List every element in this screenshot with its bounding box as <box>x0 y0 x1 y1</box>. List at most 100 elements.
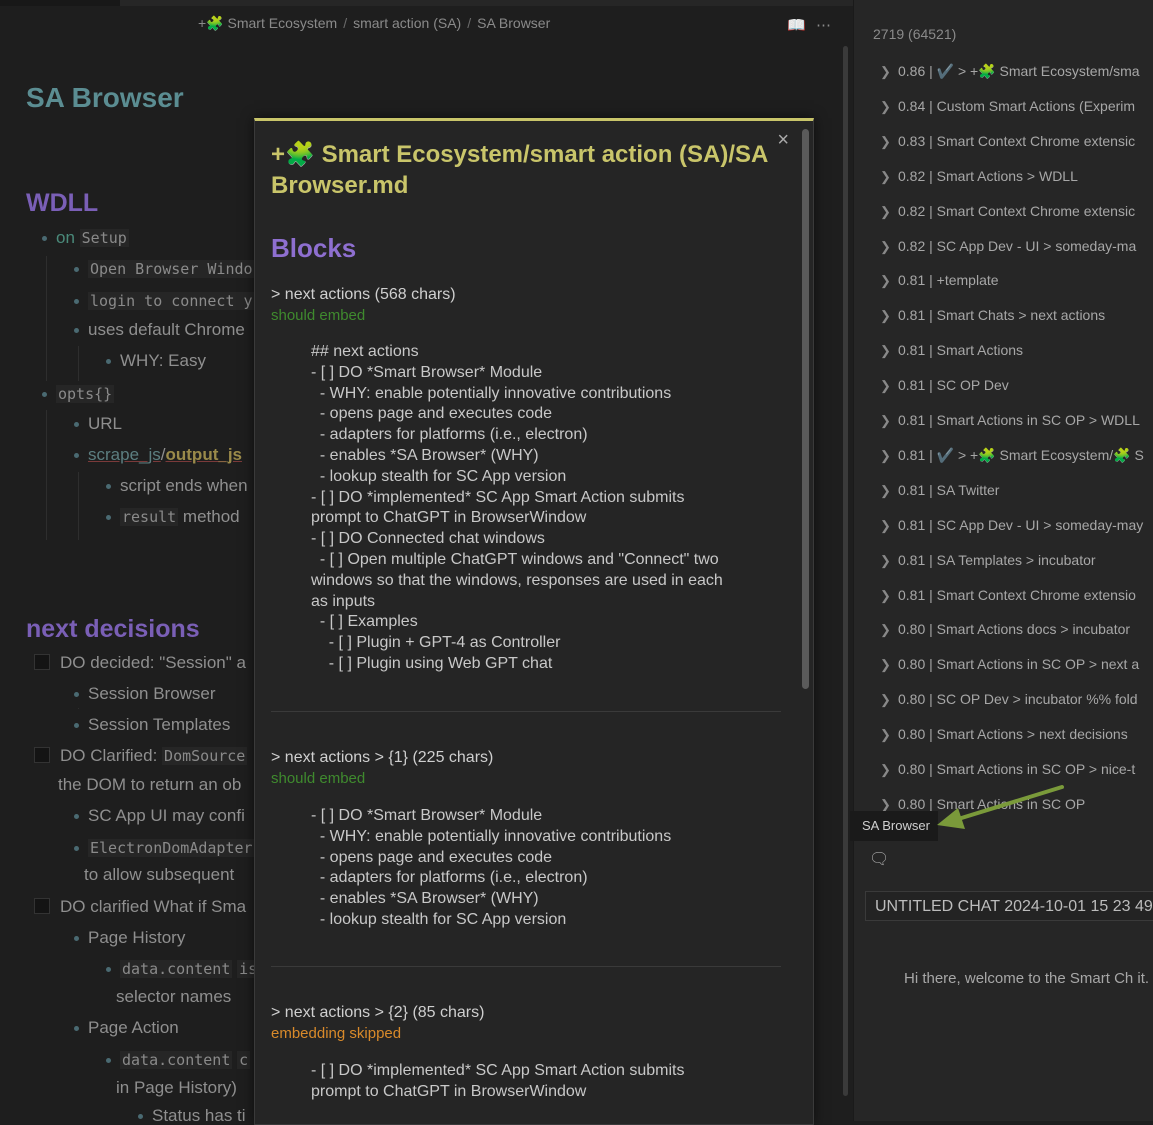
task-item: DO decided: "Session" a <box>34 653 246 673</box>
chevron-right-icon[interactable]: ❯ <box>880 553 898 569</box>
result-item[interactable]: ❯ 0.80 | Smart Actions in SC OP > nice-t <box>880 761 1135 778</box>
chevron-right-icon[interactable]: ❯ <box>880 273 898 289</box>
breadcrumb-separator: / <box>467 15 472 31</box>
chevron-right-icon[interactable]: ❯ <box>880 378 898 394</box>
popover-title[interactable]: +🧩 Smart Ecosystem/smart action (SA)/SA … <box>271 139 783 201</box>
result-label: 0.81 | ✔️ > +🧩 Smart Ecosystem/🧩 S <box>898 446 1144 463</box>
breadcrumb-separator: / <box>343 15 348 31</box>
more-icon[interactable]: ⋯ <box>816 16 831 34</box>
list-item: Session Templates <box>74 715 230 735</box>
result-label: 0.81 | Smart Actions <box>898 342 1024 359</box>
result-item[interactable]: ❯ 0.81 | SA Templates > incubator <box>880 552 1096 569</box>
chevron-right-icon[interactable]: ❯ <box>880 413 898 429</box>
result-item[interactable]: ❯ 0.80 | SC OP Dev > incubator %% fold <box>880 691 1138 708</box>
result-item[interactable]: ❯ 0.80 | Smart Actions > next decisions <box>880 726 1128 743</box>
sa-browser-tab[interactable]: SA Browser <box>850 811 938 841</box>
chat-message: Hi there, welcome to the Smart Ch it. <box>904 970 1150 987</box>
result-label: 0.81 | Smart Chats > next actions <box>898 307 1106 324</box>
task-item: DO Clarified: DomSource <box>34 746 248 766</box>
editor-scrollbar[interactable] <box>843 46 848 1096</box>
heading-next-decisions: next decisions <box>26 615 200 643</box>
result-label: 0.80 | Smart Actions in SC OP <box>898 795 1086 812</box>
result-label: 0.81 | SC OP Dev <box>898 377 1009 394</box>
result-item[interactable]: ❯ 0.80 | Smart Actions in SC OP > next a <box>880 656 1139 673</box>
result-item[interactable]: ❯ 0.81 | Smart Actions in SC OP > WDLL <box>880 412 1140 429</box>
popover-scrollbar[interactable] <box>802 129 809 689</box>
result-item[interactable]: ❯ 0.81 | ✔️ > +🧩 Smart Ecosystem/🧩 S <box>880 447 1144 464</box>
list-item: opts{} <box>42 384 115 404</box>
result-item[interactable]: ❯ 0.83 | Smart Context Chrome extensic <box>880 133 1135 150</box>
result-label: 0.80 | SC OP Dev > incubator %% fold <box>898 691 1138 708</box>
list-item: result method <box>106 507 240 527</box>
chat-icon[interactable]: 🗨 <box>869 849 889 869</box>
block-preview-popover: × +🧩 Smart Ecosystem/smart action (SA)/S… <box>254 118 814 1125</box>
checkbox[interactable] <box>34 898 50 914</box>
indent-guide <box>46 256 47 381</box>
list-item: Page Action <box>74 1018 179 1038</box>
block-content: - [ ] DO *implemented* SC App Smart Acti… <box>311 1062 685 1100</box>
chevron-right-icon[interactable]: ❯ <box>880 518 898 534</box>
breadcrumb-item-ecosystem[interactable]: +🧩 Smart Ecosystem <box>198 15 337 31</box>
chat-title-input[interactable]: UNTITLED CHAT 2024-10-01 15 23 49 <box>865 891 1153 921</box>
indent-guide <box>78 346 79 381</box>
result-item[interactable]: ❯ 0.81 | Smart Chats > next actions <box>880 307 1105 324</box>
result-item[interactable]: ❯ 0.84 | Custom Smart Actions (Experim <box>880 98 1135 115</box>
result-label: 0.81 | +template <box>898 272 999 289</box>
result-item[interactable]: ❯ 0.81 | Smart Actions <box>880 342 1023 359</box>
checkbox[interactable] <box>34 654 50 670</box>
note-title: SA Browser <box>26 82 184 113</box>
blocks-heading: Blocks <box>271 233 357 263</box>
result-item[interactable]: ❯ 0.81 | SC App Dev - UI > someday-may <box>880 517 1143 534</box>
result-item[interactable]: ❯ 0.81 | SC OP Dev <box>880 377 1009 394</box>
book-icon[interactable]: 📖 <box>787 16 806 34</box>
result-item[interactable]: ❯ 0.82 | Smart Context Chrome extensic <box>880 203 1135 220</box>
chevron-right-icon[interactable]: ❯ <box>880 657 898 673</box>
block-heading[interactable]: > next actions > {1} (225 chars) <box>271 749 493 767</box>
breadcrumb-item-smart-action[interactable]: smart action (SA) <box>353 15 461 31</box>
chevron-right-icon[interactable]: ❯ <box>880 588 898 604</box>
result-item[interactable]: ❯ 0.81 | Smart Context Chrome extensio <box>880 587 1136 604</box>
list-item: scrape_js/output_js <box>74 445 242 465</box>
chevron-right-icon[interactable]: ❯ <box>880 169 898 185</box>
indent-guide <box>46 410 47 540</box>
chevron-right-icon[interactable]: ❯ <box>880 204 898 220</box>
chevron-right-icon[interactable]: ❯ <box>880 134 898 150</box>
chevron-right-icon[interactable]: ❯ <box>880 239 898 255</box>
list-item: data.content c <box>106 1050 251 1070</box>
breadcrumb-item-sa-browser[interactable]: SA Browser <box>477 15 550 31</box>
result-label: 0.81 | SA Templates > incubator <box>898 551 1096 568</box>
result-item[interactable]: ❯ 0.82 | Smart Actions > WDLL <box>880 168 1078 185</box>
chevron-right-icon[interactable]: ❯ <box>880 448 898 464</box>
result-item[interactable]: ❯ 0.86 | ✔️ > +🧩 Smart Ecosystem/sma <box>880 63 1140 80</box>
block-content: ## next actions - [ ] DO *Smart Browser*… <box>311 343 723 672</box>
list-item-continuation: selector names <box>116 987 232 1006</box>
chevron-right-icon[interactable]: ❯ <box>880 762 898 778</box>
result-label: 0.86 | ✔️ > +🧩 Smart Ecosystem/sma <box>898 63 1140 79</box>
chevron-right-icon[interactable]: ❯ <box>880 727 898 743</box>
chevron-right-icon[interactable]: ❯ <box>880 622 898 638</box>
chevron-right-icon[interactable]: ❯ <box>880 308 898 324</box>
task-item-continuation: the DOM to return an ob <box>58 775 242 794</box>
result-label: 0.80 | Smart Actions > next decisions <box>898 726 1128 743</box>
chevron-right-icon[interactable]: ❯ <box>880 692 898 708</box>
result-label: 0.81 | SA Twitter <box>898 481 1000 498</box>
result-item[interactable]: ❯ 0.81 | SA Twitter <box>880 482 999 499</box>
list-item: URL <box>74 414 122 434</box>
result-item[interactable]: ❯ 0.80 | Smart Actions docs > incubator <box>880 621 1130 638</box>
chevron-right-icon[interactable]: ❯ <box>880 343 898 359</box>
result-label: 0.81 | Smart Actions in SC OP > WDLL <box>898 412 1140 428</box>
result-label: 0.83 | Smart Context Chrome extensic <box>898 132 1136 149</box>
chevron-right-icon[interactable]: ❯ <box>880 64 898 80</box>
result-item[interactable]: ❯ 0.82 | SC App Dev - UI > someday-ma <box>880 238 1136 255</box>
checkbox[interactable] <box>34 747 50 763</box>
block-heading[interactable]: > next actions (568 chars) <box>271 286 456 304</box>
chevron-right-icon[interactable]: ❯ <box>880 483 898 499</box>
result-count: 2719 (64521) <box>873 26 957 42</box>
result-label: 0.81 | Smart Context Chrome extensio <box>898 586 1136 603</box>
result-item[interactable]: ❯ 0.81 | +template <box>880 272 999 289</box>
result-label: 0.81 | SC App Dev - UI > someday-may <box>898 516 1144 533</box>
block-heading[interactable]: > next actions > {2} (85 chars) <box>271 1004 484 1022</box>
chevron-right-icon[interactable]: ❯ <box>880 99 898 115</box>
result-label: 0.82 | Smart Actions > WDLL <box>898 167 1078 184</box>
result-label: 0.82 | SC App Dev - UI > someday-ma <box>898 237 1137 254</box>
